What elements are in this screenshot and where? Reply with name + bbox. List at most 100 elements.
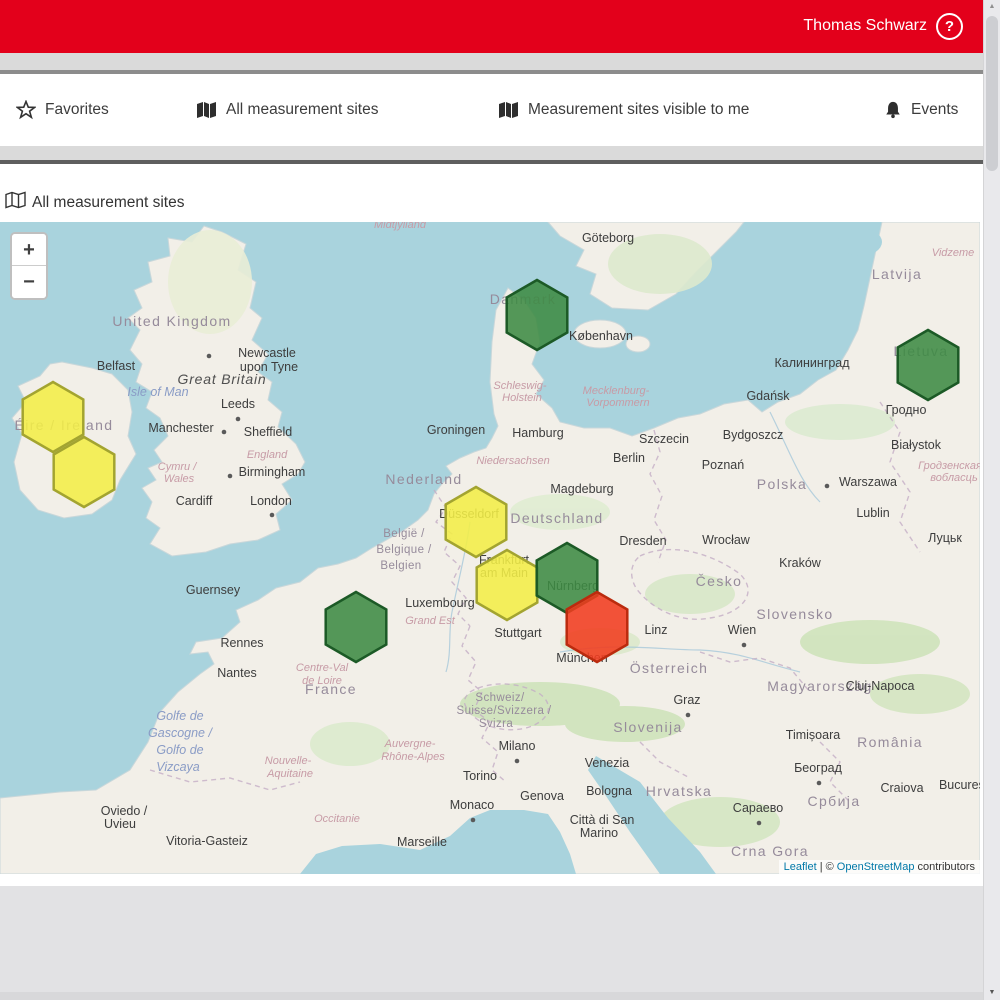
map-label: Poznań [702, 458, 744, 472]
map-icon [5, 191, 26, 214]
map-label: Belgique / [376, 544, 432, 556]
map-label: Aquitaine [266, 768, 313, 780]
map-label: вобласць [930, 472, 978, 484]
map-label: United Kingdom [112, 313, 231, 329]
map-label: Milano [499, 739, 536, 753]
nav-item-measurement-sites-visible-to-me[interactable]: Measurement sites visible to me [498, 74, 749, 146]
map-label: Vorpommern [586, 397, 649, 409]
scrollbar-thumb[interactable] [986, 16, 998, 171]
map-label: Niedersachsen [476, 455, 549, 467]
star-icon [16, 100, 36, 120]
map-label: Oviedo / [101, 804, 148, 818]
europe-map-graphic: United KingdomÉire / IrelandDanmarkLatvi… [0, 222, 980, 874]
map-label: București [939, 778, 980, 792]
map-container[interactable]: United KingdomÉire / IrelandDanmarkLatvi… [0, 222, 980, 874]
map-label: Magdeburg [550, 482, 613, 496]
map-label: Göteborg [582, 231, 634, 245]
map-label: Schleswig- [493, 380, 547, 392]
nav-item-all-measurement-sites[interactable]: All measurement sites [196, 74, 378, 146]
map-label: England [247, 449, 288, 461]
map-label: Gdańsk [746, 389, 790, 403]
content-background [0, 886, 983, 1000]
attribution-suffix: contributors [918, 861, 975, 873]
map-label: Калининград [774, 356, 850, 370]
map-label: Gascogne / [148, 726, 213, 740]
map-label: Great Britain [178, 371, 267, 387]
map-label: Wien [728, 623, 757, 637]
map-label: de Loire [302, 675, 342, 687]
map-label: Città di San [570, 813, 635, 827]
map-label: Occitanie [314, 813, 360, 825]
main-nav: Favorites All measurement sites Measurem… [0, 74, 983, 146]
vertical-scrollbar[interactable]: ▲ ▼ [983, 0, 1000, 1000]
map-label: Hrvatska [646, 783, 712, 799]
map-label: Србија [807, 793, 860, 809]
map-label: Latvija [872, 266, 922, 282]
map-label: Crna Gora [731, 843, 809, 859]
map-label: Timișoara [786, 728, 840, 742]
map-label: Manchester [148, 421, 213, 435]
city-dot [757, 821, 762, 826]
map-attribution: Leaflet | © OpenStreetMap contributors [779, 860, 980, 874]
map-label: Cluj-Napoca [846, 679, 915, 693]
map-label: Rhône-Alpes [381, 751, 445, 763]
map-label: Deutschland [510, 510, 603, 526]
map-label: Lublin [856, 506, 889, 520]
map-icon [498, 101, 519, 119]
map-label: Centre-Val [296, 662, 349, 674]
map-label: Београд [794, 761, 843, 775]
map-label: Bydgoszcz [723, 428, 783, 442]
nav-item-label: Measurement sites visible to me [528, 101, 749, 119]
nav-item-events[interactable]: Events [884, 74, 958, 146]
map-label: Cardiff [176, 494, 213, 508]
nav-item-label: Events [911, 101, 958, 119]
attribution-copyright: © [826, 861, 834, 873]
map-label: Auvergne- [384, 738, 436, 750]
map-zoom-out-button[interactable]: − [12, 266, 46, 298]
map-label: Rennes [220, 636, 263, 650]
map-label: Marseille [397, 835, 447, 849]
map-label: Birmingham [239, 465, 306, 479]
map-label: Гродзенская [918, 460, 980, 472]
map-label: Uvieu [104, 817, 136, 831]
nav-item-label: Favorites [45, 101, 109, 119]
nav-item-favorites[interactable]: Favorites [16, 74, 109, 146]
leaflet-link[interactable]: Leaflet [784, 861, 817, 873]
map-label: Česko [696, 573, 743, 589]
map-label: Polska [757, 476, 807, 492]
page-title: All measurement sites [32, 194, 184, 212]
map-label: Vizcaya [156, 760, 200, 774]
city-dot [270, 513, 275, 518]
scroll-down-arrow[interactable]: ▼ [984, 989, 1000, 996]
city-dot [817, 781, 822, 786]
help-icon[interactable]: ? [936, 13, 963, 40]
map-label: Torino [463, 769, 497, 783]
nav-divider [0, 146, 983, 164]
map-label: Białystok [891, 438, 942, 452]
city-dot [515, 759, 520, 764]
map-label: Belgien [380, 560, 421, 572]
map-label: Mecklenburg- [583, 385, 650, 397]
map-label: Wales [164, 473, 195, 485]
scroll-up-arrow[interactable]: ▲ [984, 3, 1000, 10]
map-label: Groningen [427, 423, 485, 437]
map-zoom-control: + − [10, 232, 48, 300]
map-label: Isle of Man [127, 385, 188, 399]
user-name[interactable]: Thomas Schwarz [803, 17, 927, 35]
map-label: Nederland [385, 471, 462, 487]
map-label: România [857, 734, 923, 750]
city-dot [222, 430, 227, 435]
map-label: Nouvelle- [265, 755, 312, 767]
city-dot [471, 818, 476, 823]
map-label: Midtjylland [374, 222, 427, 231]
map-label: Slovenija [613, 719, 682, 735]
osm-link[interactable]: OpenStreetMap [837, 861, 915, 873]
map-label: Szczecin [639, 432, 689, 446]
map-label: Linz [645, 623, 668, 637]
city-dot [825, 484, 830, 489]
map-label: Luxembourg [405, 596, 475, 610]
map-label: Venezia [585, 756, 630, 770]
map-label: Newcastle [238, 346, 296, 360]
nav-item-label: All measurement sites [226, 101, 378, 119]
map-zoom-in-button[interactable]: + [12, 234, 46, 266]
